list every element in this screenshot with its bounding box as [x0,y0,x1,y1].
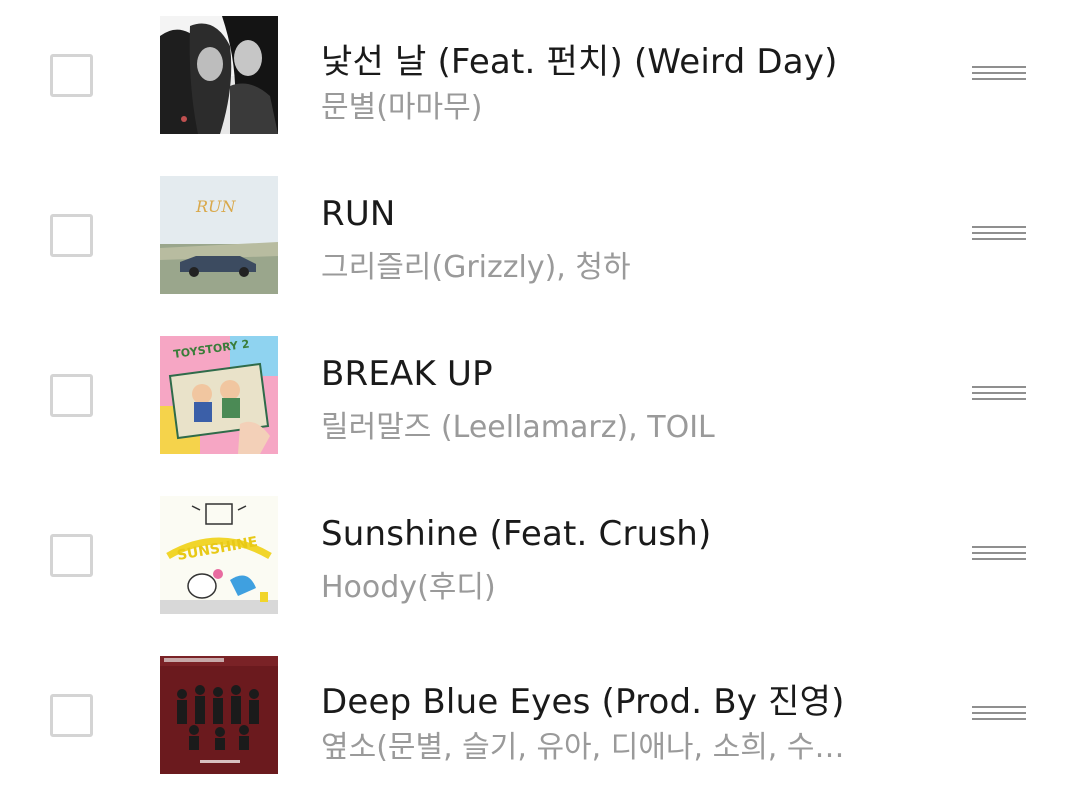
album-art [160,656,278,774]
album-art-car-field-icon: RUN [160,176,278,294]
drag-handle-icon[interactable] [972,706,1026,728]
track-row[interactable]: TOYSTORY 2 BREAK UP 릴러말즈 (Leellamarz), T… [0,320,1080,480]
album-art-group-red-icon [160,656,278,774]
track-artist: 옆소(문별, 슬기, 유아, 디애나, 소희, 수… [321,730,845,765]
track-title: BREAK UP [321,354,493,394]
album-art: SUNSHINE [160,496,278,614]
album-art: RUN [160,176,278,294]
album-art: TOYSTORY 2 [160,336,278,454]
track-title: RUN [321,194,396,234]
track-title: 낯선 날 (Feat. 펀치) (Weird Day) [321,42,838,82]
track-artist: Hoody(후디) [321,570,496,605]
track-checkbox[interactable] [50,374,93,417]
track-row[interactable]: 낯선 날 (Feat. 펀치) (Weird Day) 문별(마마무) [0,0,1080,160]
track-title: Deep Blue Eyes (Prod. By 진영) [321,682,845,722]
track-checkbox[interactable] [50,54,93,97]
track-row[interactable]: Deep Blue Eyes (Prod. By 진영) 옆소(문별, 슬기, … [0,640,1080,800]
track-artist: 릴러말즈 (Leellamarz), TOIL [321,410,715,445]
drag-handle-icon[interactable] [972,226,1026,248]
album-art-toy-story-icon: TOYSTORY 2 [160,336,278,454]
track-title: Sunshine (Feat. Crush) [321,514,712,554]
track-artist: 그리즐리(Grizzly), 청하 [321,250,631,285]
album-art-sunshine-cartoon-icon: SUNSHINE [160,496,278,614]
album-art-text: RUN [195,197,237,216]
drag-handle-icon[interactable] [972,386,1026,408]
drag-handle-icon[interactable] [972,546,1026,568]
track-row[interactable]: RUN RUN 그리즐리(Grizzly), 청하 [0,160,1080,320]
track-checkbox[interactable] [50,534,93,577]
track-checkbox[interactable] [50,694,93,737]
track-artist: 문별(마마무) [321,90,483,125]
album-art [160,16,278,134]
album-art-grayscale-photo-icon [160,16,278,134]
track-checkbox[interactable] [50,214,93,257]
track-row[interactable]: SUNSHINE Sunshine (Feat. Crush) Hoody(후디… [0,480,1080,640]
drag-handle-icon[interactable] [972,66,1026,88]
